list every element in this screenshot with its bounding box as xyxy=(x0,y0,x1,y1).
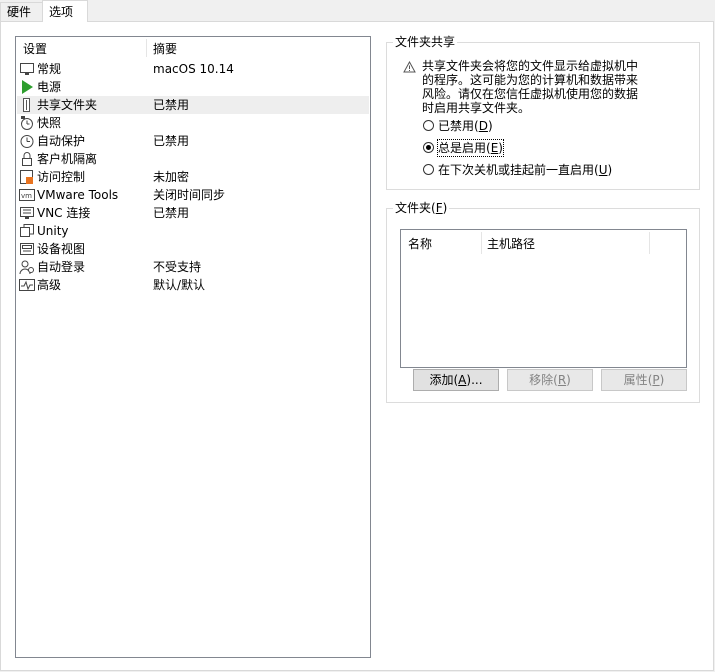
settings-row-name: 常规 xyxy=(37,62,62,76)
power-play-icon xyxy=(22,80,33,94)
warning-line: 时启用共享文件夹。 xyxy=(422,101,531,115)
radio-label[interactable]: 已禁用(D) xyxy=(438,118,493,134)
column-divider[interactable] xyxy=(146,39,147,57)
add-button[interactable]: 添加(A)... xyxy=(413,369,499,391)
settings-row-name: 共享文件夹 xyxy=(37,98,98,112)
tab-strip: 硬件 选项 xyxy=(0,0,715,22)
radio-label[interactable]: 总是启用(E) xyxy=(437,139,504,157)
settings-row-summary: macOS 10.14 xyxy=(153,62,234,76)
column-header-setting[interactable]: 设置 xyxy=(23,40,47,58)
settings-row-appliance-view[interactable]: 设备视图 xyxy=(17,240,369,258)
tab-hardware-label: 硬件 xyxy=(7,5,32,19)
column-header-host-path[interactable]: 主机路径 xyxy=(487,237,535,251)
advanced-pulse-icon xyxy=(19,279,35,291)
folder-sharing-title: 文件夹共享 xyxy=(393,35,458,49)
warning-line: 的程序。这可能为您的计算机和数据带来 xyxy=(422,73,639,87)
warning-line: 风险。请仅在您信任虚拟机使用您的数据 xyxy=(422,87,639,101)
snapshot-clock-icon xyxy=(21,116,33,130)
settings-row-summary: 关闭时间同步 xyxy=(153,188,226,202)
column-divider[interactable] xyxy=(481,232,482,254)
remove-button[interactable]: 移除(R) xyxy=(507,369,593,391)
radio-circle[interactable] xyxy=(423,120,434,131)
settings-row-name: VNC 连接 xyxy=(37,206,91,220)
shared-folder-icon xyxy=(23,98,30,112)
appliance-view-icon xyxy=(20,243,34,255)
settings-list[interactable]: 设置 摘要 常规 macOS 10.14 电源 共享文件夹 已禁用 快照 自动保… xyxy=(15,36,371,658)
vm-tools-icon: vm xyxy=(19,189,35,201)
settings-row-autologin[interactable]: 自动登录 不受支持 xyxy=(17,258,369,276)
settings-row-guest-isolation[interactable]: 客户机隔离 xyxy=(17,150,369,168)
unity-icon xyxy=(20,224,34,237)
settings-row-name: 自动保护 xyxy=(37,134,86,148)
vnc-icon xyxy=(20,207,34,219)
settings-row-shared-folders[interactable]: 共享文件夹 已禁用 xyxy=(17,96,369,114)
settings-row-general[interactable]: 常规 macOS 10.14 xyxy=(17,60,369,78)
settings-row-name: 高级 xyxy=(37,278,62,292)
lock-icon xyxy=(22,152,32,166)
warning-triangle-icon xyxy=(403,61,416,73)
settings-row-name: 客户机隔离 xyxy=(37,152,98,166)
tab-hardware[interactable]: 硬件 xyxy=(0,2,43,21)
settings-row-name: 设备视图 xyxy=(37,242,86,256)
settings-row-name: 访问控制 xyxy=(37,170,86,184)
properties-button[interactable]: 属性(P) xyxy=(601,369,687,391)
autoprotect-clock-icon xyxy=(20,135,34,148)
settings-row-summary: 已禁用 xyxy=(153,206,190,220)
column-divider[interactable] xyxy=(649,232,650,254)
radio-circle[interactable] xyxy=(423,164,434,175)
tab-options-label: 选项 xyxy=(49,5,74,19)
svg-text:vm: vm xyxy=(21,192,32,200)
settings-row-vmware-tools[interactable]: vm VMware Tools 关闭时间同步 xyxy=(17,186,369,204)
column-header-name[interactable]: 名称 xyxy=(408,237,432,251)
folders-list[interactable]: 名称 主机路径 xyxy=(400,229,687,368)
folders-group: 文件夹(F) 名称 主机路径 添加(A)... 移除(R) 属性(P) xyxy=(386,201,700,403)
settings-row-name: 自动登录 xyxy=(37,260,86,274)
settings-row-summary: 未加密 xyxy=(153,170,190,184)
warning-text: 共享文件夹会将您的文件显示给虚拟机中 的程序。这可能为您的计算机和数据带来 风险… xyxy=(422,59,662,115)
radio-label[interactable]: 在下次关机或挂起前一直启用(U) xyxy=(438,162,612,178)
settings-row-snapshots[interactable]: 快照 xyxy=(17,114,369,132)
column-header-summary[interactable]: 摘要 xyxy=(153,40,177,58)
settings-row-name: Unity xyxy=(37,224,69,238)
settings-row-summary: 已禁用 xyxy=(153,134,190,148)
folder-sharing-group: 文件夹共享 共享文件夹会将您的文件显示给虚拟机中 的程序。这可能为您的计算机和数… xyxy=(386,35,700,190)
settings-row-autoprotect[interactable]: 自动保护 已禁用 xyxy=(17,132,369,150)
warning-line: 共享文件夹会将您的文件显示给虚拟机中 xyxy=(422,59,639,73)
settings-row-advanced[interactable]: 高级 默认/默认 xyxy=(17,276,369,294)
settings-row-name: 快照 xyxy=(37,116,62,130)
tab-options[interactable]: 选项 xyxy=(42,0,88,22)
folders-title: 文件夹(F) xyxy=(393,201,450,215)
access-control-icon xyxy=(20,170,33,184)
settings-row-summary: 不受支持 xyxy=(153,260,202,274)
settings-row-vnc[interactable]: VNC 连接 已禁用 xyxy=(17,204,369,222)
settings-row-name: 电源 xyxy=(37,80,62,94)
monitor-icon xyxy=(20,63,34,75)
settings-row-name: VMware Tools xyxy=(37,188,119,202)
settings-row-unity[interactable]: Unity xyxy=(17,222,369,240)
settings-row-summary: 已禁用 xyxy=(153,98,190,112)
settings-row-power[interactable]: 电源 xyxy=(17,78,369,96)
autologin-user-icon xyxy=(19,260,34,275)
settings-row-summary: 默认/默认 xyxy=(153,278,206,292)
settings-row-access-control[interactable]: 访问控制 未加密 xyxy=(17,168,369,186)
radio-circle-selected[interactable] xyxy=(423,142,434,153)
